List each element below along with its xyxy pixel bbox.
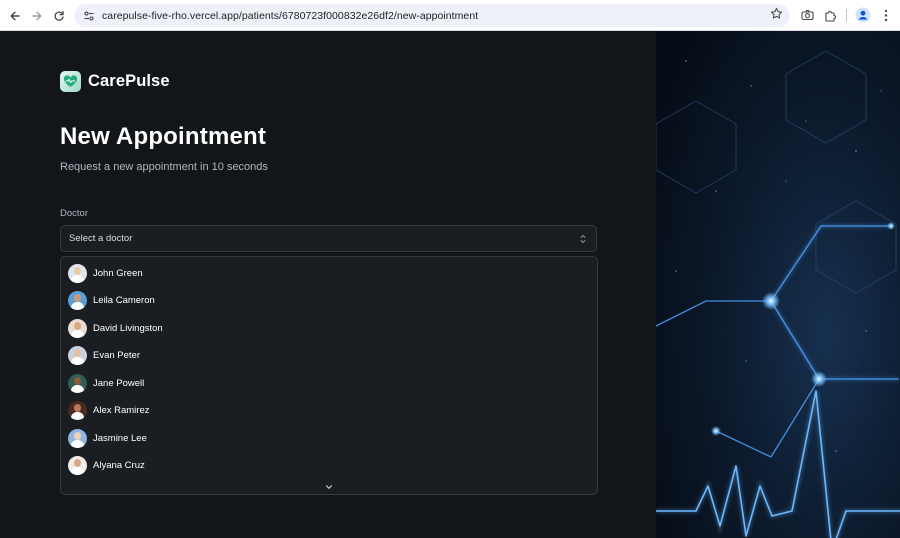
carepulse-logo-icon bbox=[60, 71, 81, 92]
brand-name: CarePulse bbox=[88, 72, 170, 90]
form-panel: CarePulse New Appointment Request a new … bbox=[0, 31, 656, 538]
doctor-option[interactable]: Alex Ramirez bbox=[68, 400, 150, 422]
doctor-name: David Livingston bbox=[93, 322, 163, 334]
doctor-name: Evan Peter bbox=[93, 350, 140, 361]
hero-image bbox=[656, 31, 900, 538]
doctor-option[interactable]: Evan Peter bbox=[68, 345, 140, 367]
site-settings-icon[interactable] bbox=[79, 6, 99, 26]
doctor-name: Jasmine Lee bbox=[93, 432, 147, 444]
forward-icon[interactable] bbox=[26, 5, 48, 27]
hexagon-network-illustration bbox=[656, 31, 900, 538]
page-subtitle: Request a new appointment in 10 seconds bbox=[60, 161, 268, 173]
scroll-down-chevron-icon[interactable] bbox=[324, 483, 334, 491]
page: CarePulse New Appointment Request a new … bbox=[0, 31, 900, 538]
doctor-name: Leila Cameron bbox=[93, 295, 155, 306]
doctor-name: Alyana Cruz bbox=[93, 460, 145, 471]
toolbar-divider bbox=[846, 9, 847, 22]
doctor-avatar bbox=[68, 373, 87, 393]
extensions-puzzle-icon[interactable] bbox=[820, 5, 840, 25]
brand-logo[interactable]: CarePulse bbox=[60, 71, 170, 92]
screenshot-icon[interactable] bbox=[797, 5, 817, 25]
chevron-up-down-icon bbox=[580, 235, 586, 243]
reload-icon[interactable] bbox=[48, 5, 70, 27]
doctor-avatar bbox=[68, 346, 87, 365]
doctor-avatar bbox=[68, 263, 87, 283]
doctor-name: John Green bbox=[93, 267, 143, 279]
doctor-option[interactable]: John Green bbox=[68, 262, 143, 284]
doctor-name: Alex Ramirez bbox=[93, 405, 150, 416]
doctor-option[interactable]: Leila Cameron bbox=[68, 290, 155, 312]
url-text: carepulse-five-rho.vercel.app/patients/6… bbox=[102, 9, 479, 22]
doctor-option[interactable]: Jasmine Lee bbox=[68, 427, 147, 449]
more-menu-icon[interactable] bbox=[876, 5, 896, 25]
doctor-select-placeholder: Select a doctor bbox=[69, 233, 133, 244]
browser-toolbar: carepulse-five-rho.vercel.app/patients/6… bbox=[0, 0, 900, 31]
doctor-select[interactable]: Select a doctor bbox=[60, 225, 597, 252]
profile-avatar-icon[interactable] bbox=[853, 5, 873, 25]
bookmark-star-icon[interactable] bbox=[768, 7, 784, 23]
doctor-avatar bbox=[68, 401, 87, 420]
doctor-avatar bbox=[68, 291, 87, 310]
doctor-field-label: Doctor bbox=[60, 208, 88, 219]
doctor-dropdown-list: John Green Leila Cameron David Livingston E… bbox=[60, 256, 598, 495]
doctor-avatar bbox=[68, 428, 87, 448]
doctor-option[interactable]: Jane Powell bbox=[68, 372, 144, 394]
address-bar[interactable]: carepulse-five-rho.vercel.app/patients/6… bbox=[74, 4, 790, 27]
doctor-avatar bbox=[68, 456, 87, 475]
doctor-option[interactable]: David Livingston bbox=[68, 317, 163, 339]
doctor-name: Jane Powell bbox=[93, 377, 145, 389]
page-title: New Appointment bbox=[60, 123, 267, 150]
doctor-avatar bbox=[68, 318, 87, 338]
doctor-option[interactable]: Alyana Cruz bbox=[68, 455, 145, 477]
back-icon[interactable] bbox=[4, 5, 26, 27]
